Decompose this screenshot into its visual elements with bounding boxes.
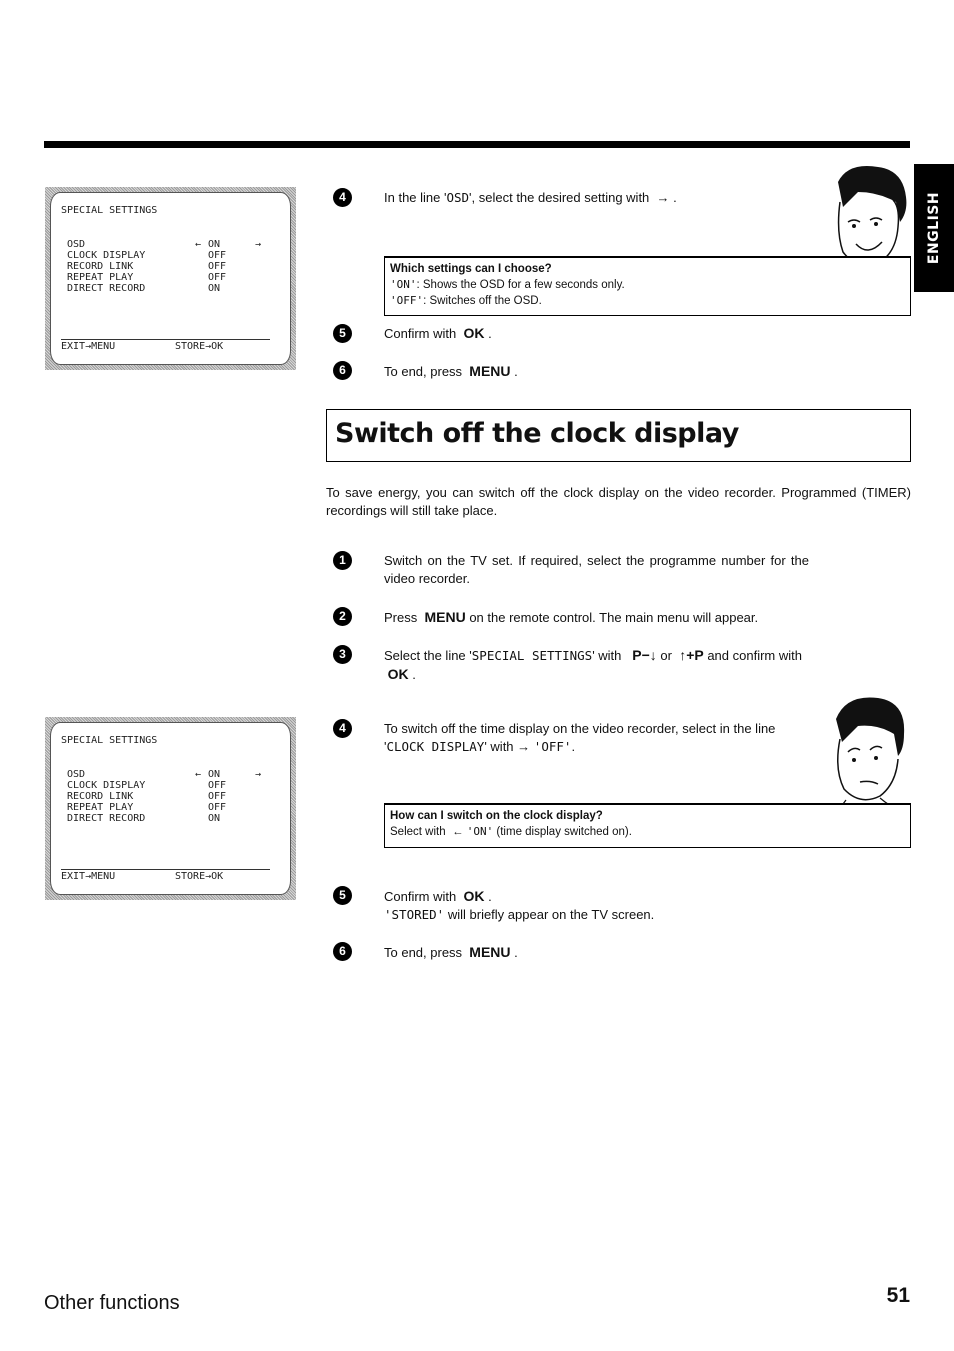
arrow-left-icon: ← (452, 826, 464, 838)
osd-row: OSD ← ON → (67, 769, 262, 780)
header-rule (44, 141, 910, 148)
key-ok: OK (463, 325, 485, 341)
step-number: 5 (333, 324, 352, 343)
osd-row: RECORD LINK OFF (67, 791, 227, 802)
section-intro: To save energy, you can switch off the c… (326, 485, 911, 518)
section-heading-box: Switch off the clock display (326, 409, 911, 462)
hint-box: Which settings can I choose? 'ON': Shows… (384, 256, 911, 316)
osd-footer-exit: EXIT→MENU (61, 341, 116, 352)
step-number: 1 (333, 551, 352, 570)
arrow-right-icon: → (656, 190, 670, 205)
hint-line: 'ON': Shows the OSD for a few seconds on… (390, 278, 625, 291)
step-text: Confirm with OK . 'STORED' will briefly … (384, 888, 655, 922)
step-text: To switch off the time display on the vi… (384, 721, 776, 754)
osd-row: REPEAT PLAY OFF (67, 802, 227, 813)
step-number: 2 (333, 607, 352, 626)
hint-title: How can I switch on the clock display? (390, 810, 603, 822)
step-text: In the line 'OSD', select the desired se… (384, 190, 677, 205)
page-number: 51 (886, 1284, 910, 1307)
osd-footer-exit: EXIT→MENU (61, 871, 116, 882)
language-tab: ENGLISH (914, 164, 954, 292)
step-number: 6 (333, 942, 352, 961)
step-number: 5 (333, 886, 352, 905)
key-menu: MENU (424, 609, 466, 625)
arrow-right-icon: → (255, 239, 262, 250)
osd-screen: SPECIAL SETTINGS OSD ← ON → CLOCK DISPLAY OF… (45, 187, 296, 370)
key-p-down: P−↓ (632, 647, 657, 663)
osd-row: REPEAT PLAY OFF (67, 272, 227, 283)
osd-divider (61, 869, 270, 870)
step-number: 4 (333, 188, 352, 207)
osd-row: CLOCK DISPLAY OFF (67, 780, 227, 791)
hint-title: Which settings can I choose? (390, 263, 552, 275)
hint-line: Select with ← 'ON' (time display switche… (390, 825, 632, 838)
arrow-right-icon: → (255, 769, 262, 780)
step-text: Press MENU on the remote control. The ma… (384, 609, 759, 625)
step-text: Confirm with OK . (384, 325, 492, 341)
key-p-up: ↑+P (679, 647, 704, 663)
osd-divider (61, 339, 270, 340)
hint-line: 'OFF': Switches off the OSD. (390, 294, 542, 307)
osd-row: OSD ← ON → (67, 239, 262, 250)
step-text: Select the line 'SPECIAL SETTINGS' with … (384, 647, 802, 682)
section-title: Switch off the clock display (335, 418, 739, 449)
osd-screen: SPECIAL SETTINGS OSD ← ON → CLOCK DISPLAY OF… (45, 717, 296, 900)
osd-screen-display: SPECIAL SETTINGS OSD ← ON → CLOCK DISPLAY OF… (50, 722, 291, 895)
osd-row: RECORD LINK OFF (67, 261, 227, 272)
step-text: To end, press MENU . (384, 944, 518, 960)
chapter-name: Other functions (44, 1292, 180, 1314)
arrow-left-icon: ← (195, 769, 202, 780)
osd-title: SPECIAL SETTINGS (61, 205, 158, 216)
osd-footer-store: STORE→OK (175, 341, 224, 352)
hint-box: How can I switch on the clock display? S… (384, 803, 911, 848)
arrow-right-icon: → (517, 739, 531, 754)
step-number: 6 (333, 361, 352, 380)
step-text: Switch on the TV set. If required, selec… (384, 553, 809, 586)
key-ok: OK (387, 666, 409, 682)
arrow-left-icon: ← (195, 239, 202, 250)
osd-title: SPECIAL SETTINGS (61, 735, 158, 746)
osd-row: CLOCK DISPLAY OFF (67, 250, 227, 261)
step-text: To end, press MENU . (384, 363, 518, 379)
step-number: 4 (333, 719, 352, 738)
key-ok: OK (463, 888, 485, 904)
osd-row: DIRECT RECORD ON (67, 813, 221, 824)
key-menu: MENU (469, 944, 511, 960)
osd-row: DIRECT RECORD ON (67, 283, 221, 294)
osd-footer-store: STORE→OK (175, 871, 224, 882)
key-menu: MENU (469, 363, 511, 379)
osd-screen-display: SPECIAL SETTINGS OSD ← ON → CLOCK DISPLAY OF… (50, 192, 291, 365)
step-number: 3 (333, 645, 352, 664)
